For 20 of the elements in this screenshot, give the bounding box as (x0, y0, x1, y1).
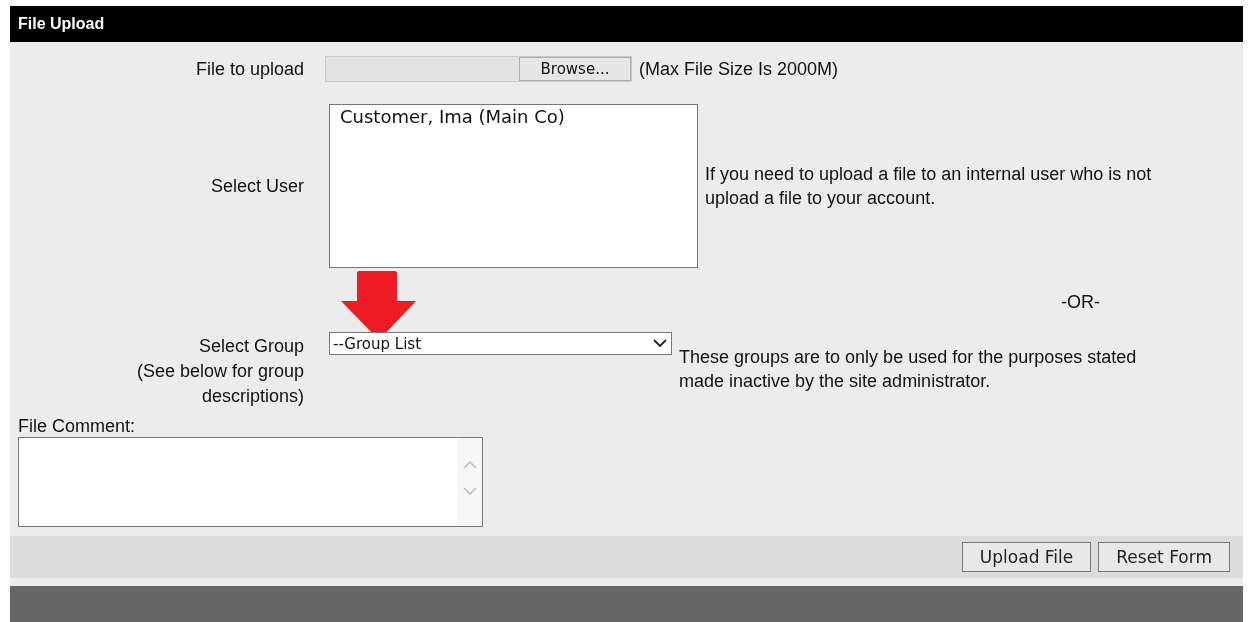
user-option[interactable]: Customer, Ima (Main Co) (340, 106, 565, 127)
field-label: Select User (209, 176, 304, 197)
field-label: Select Group (See below for group descriptions) (135, 335, 304, 408)
comment-textarea[interactable] (18, 437, 483, 527)
group-select[interactable]: --Group List (329, 332, 672, 355)
user-listbox[interactable]: Customer, Ima (Main Co) (329, 104, 698, 268)
help-text: If you need to upload a file to an internal user who is not upload a file to your account. (705, 163, 1152, 210)
form-button[interactable]: Upload File (961, 542, 1092, 572)
field-label: File to upload (194, 58, 304, 80)
scroll-down-icon[interactable] (463, 487, 477, 496)
or-separator: -OR- (1061, 292, 1100, 312)
field-label: File Comment: (18, 415, 137, 437)
form-button[interactable]: Reset Form (1098, 542, 1230, 572)
help-text: These groups are to only be used for the purposes stated made inactive by the site administrator. (679, 346, 1137, 393)
scroll-up-icon[interactable] (463, 460, 477, 469)
browse-button[interactable]: Browse... (519, 57, 631, 81)
file-input[interactable]: Browse... (325, 56, 632, 82)
panel-title: File Upload (10, 6, 1243, 42)
file-size-hint: (Max File Size Is 2000M) (639, 58, 839, 80)
chevron-down-icon (653, 339, 667, 348)
